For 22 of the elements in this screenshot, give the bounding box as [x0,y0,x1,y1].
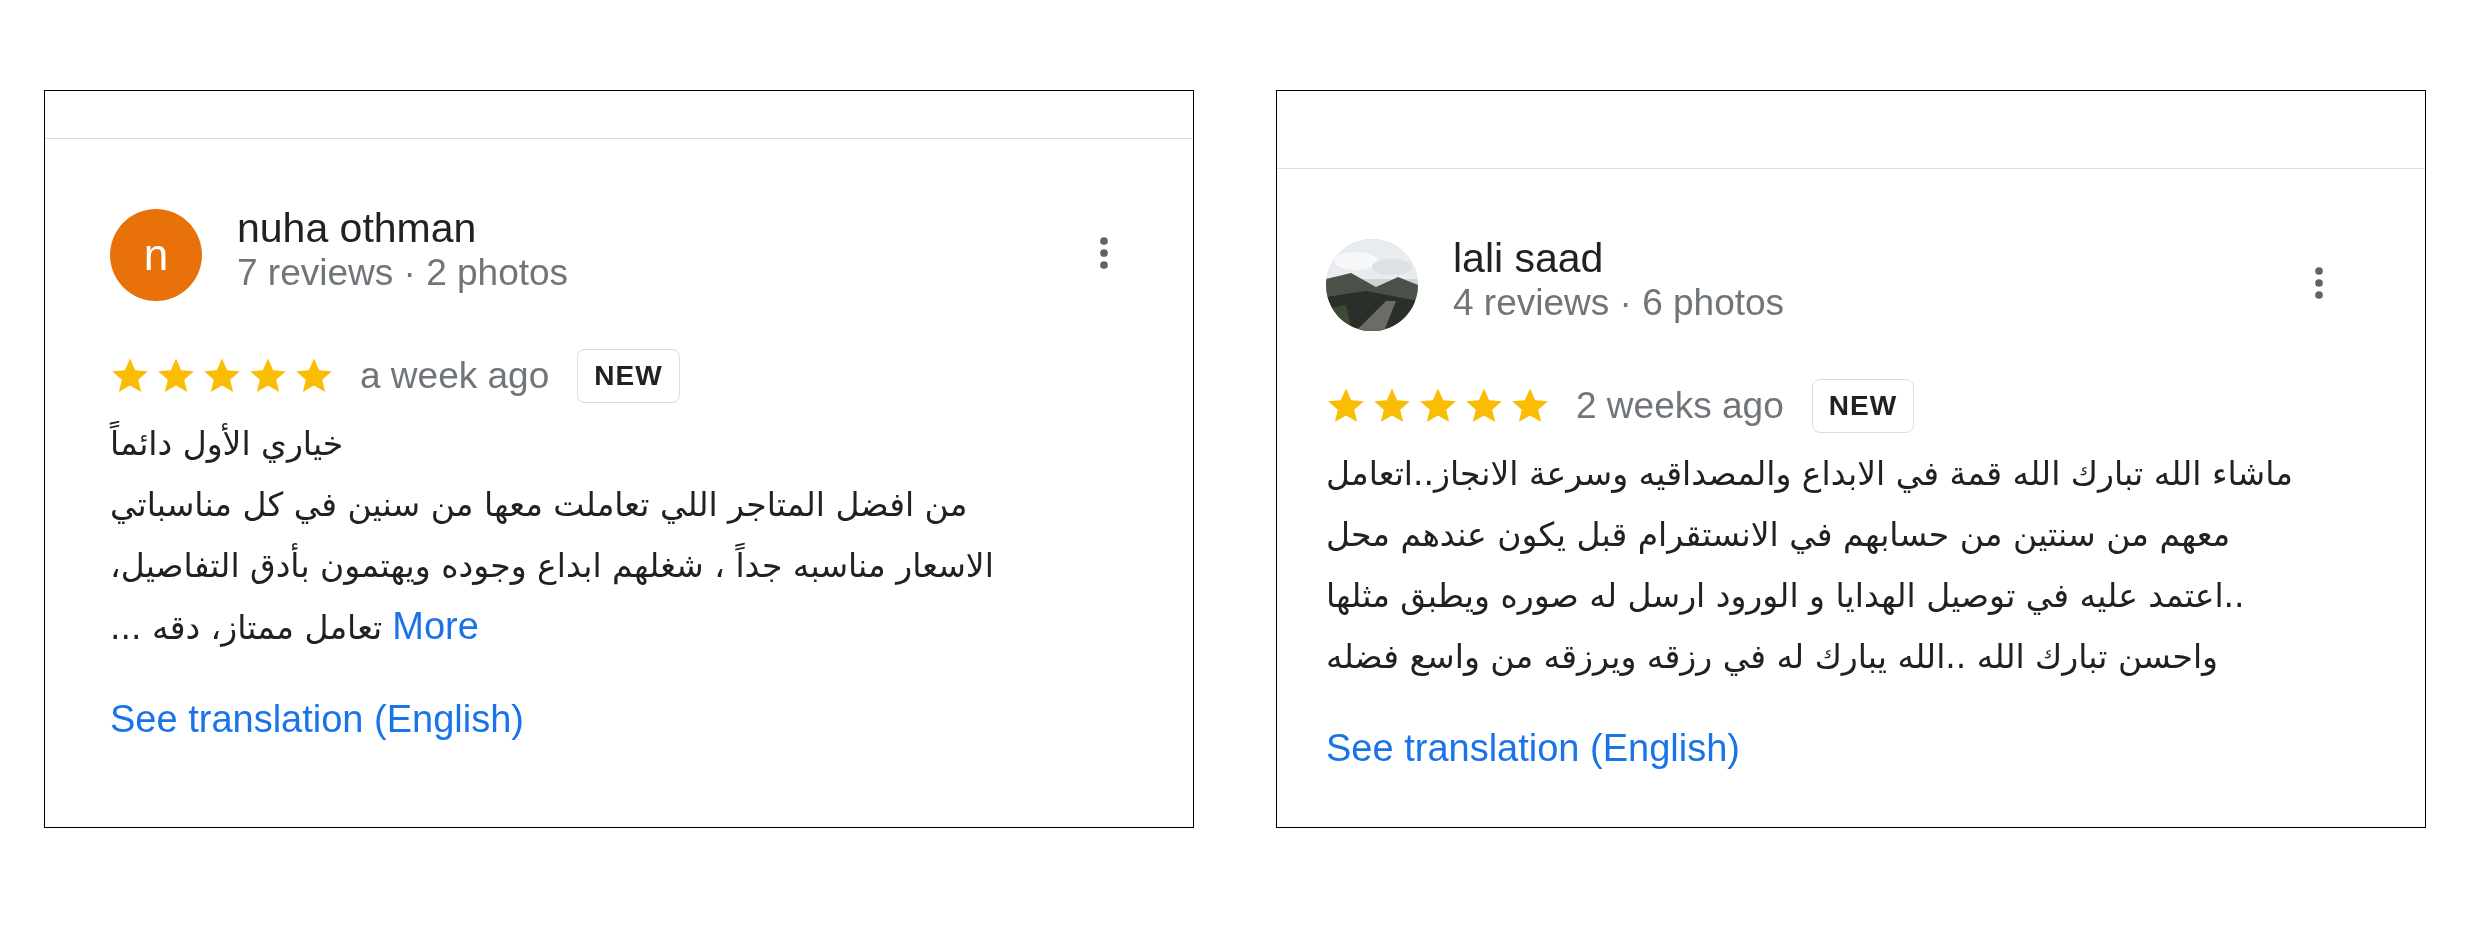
review-count: 7 reviews · 2 photos [237,251,570,295]
review-text: ..اعتمد عليه في توصيل الهدايا و الورود ارسل له صوره ويطبق مثلها [1326,575,2245,617]
review-count: 4 reviews · 6 photos [1453,281,1786,325]
more-options-icon[interactable] [1098,235,1110,271]
reviewer-name[interactable]: lali saad [1453,235,2313,281]
review-text: تعامل ممتاز، دقه ... [110,607,383,649]
review-text: من افضل المتاجر اللي تعاملت معها من سنين في كل مناسباتي [110,484,968,526]
avatar: n [110,209,202,301]
see-translation-link[interactable]: See translation (English) [1326,727,1740,770]
review-date: 2 weeks ago [1576,385,1784,427]
review-text: واحسن تبارك الله ..الله يبارك له في رزقه ويرزقه من واسع فضله [1326,636,2218,678]
review-date: a week ago [360,355,550,397]
review-text: معهم من سنتين من حسابهم في الانستقرام قبل يكون عندهم محل [1326,514,2231,556]
reviewer-name[interactable]: nuha othman [237,205,1098,251]
review-text: الاسعار مناسبه جداً ، شغلهم ابداع وجوده ويهتمون بأدق التفاصيل، [110,535,994,596]
see-translation-link[interactable]: See translation (English) [110,698,524,741]
review-text: خياري الأول دائماً [110,413,344,474]
new-badge: NEW [1811,379,1915,433]
new-badge: NEW [577,349,680,403]
more-options-icon[interactable] [2313,265,2325,301]
more-link[interactable]: More [392,596,479,657]
review-text: ماشاء الله تبارك الله قمة في الابداع والمصداقيه وسرعة الانجاز..اتعامل [1326,453,2293,495]
